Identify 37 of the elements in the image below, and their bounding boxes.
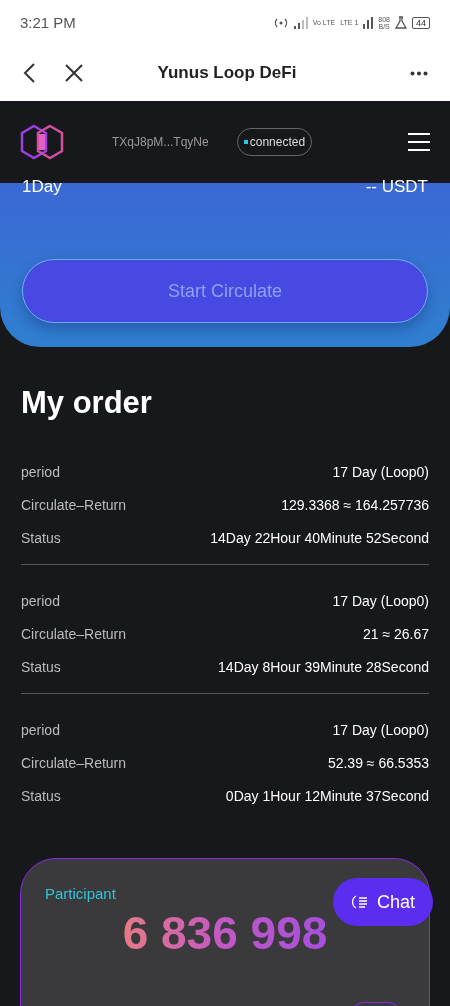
status-time: 3:21 PM: [20, 14, 76, 31]
more-icon: [410, 70, 428, 76]
order-value: 17 Day (Loop0): [332, 592, 429, 609]
close-icon: [64, 63, 84, 83]
amount-text: -- USDT: [365, 177, 428, 197]
order-label: Status: [21, 787, 61, 804]
page-title: Yunus Loop DeFi: [156, 63, 298, 83]
signal-icon: [293, 16, 308, 29]
order-value: 21 ≈ 26.67: [362, 625, 429, 642]
order-value: 129.3368 ≈ 164.257736: [281, 496, 429, 513]
order-label: Status: [21, 529, 61, 546]
chat-button[interactable]: Chat: [333, 878, 433, 926]
order-value: 17 Day (Loop0): [332, 463, 429, 480]
order-label: Circulate–Return: [21, 754, 127, 771]
order-value: 14Day 22Hour 40Minute 52Second: [210, 529, 429, 546]
wallet-address: TXqJ8pM...TqyNe: [112, 135, 209, 149]
period-text: 1Day: [22, 177, 62, 197]
back-icon: [22, 62, 36, 84]
chat-icon: [351, 894, 369, 910]
order-label: period: [21, 592, 60, 609]
menu-icon: [408, 133, 430, 151]
order-label: Status: [21, 658, 61, 675]
flask-icon: [395, 16, 407, 29]
hotspot-icon: [272, 16, 289, 29]
order-value: 14Day 8Hour 39Minute 28Second: [218, 658, 429, 675]
menu-button[interactable]: [408, 133, 430, 151]
order-value: 0Day 1Hour 12Minute 37Second: [225, 787, 429, 804]
order-value: 17 Day (Loop0): [332, 721, 429, 738]
logo-icon: [20, 124, 66, 160]
order-label: Circulate–Return: [21, 625, 127, 642]
section-title: My order: [21, 385, 153, 421]
order-value: 52.39 ≈ 66.5353: [327, 754, 429, 771]
order-label: period: [21, 721, 60, 738]
order-label: period: [21, 463, 60, 480]
order-label: Circulate–Return: [21, 496, 127, 513]
signal-icon: [363, 16, 374, 29]
battery-level: 44: [412, 16, 430, 29]
